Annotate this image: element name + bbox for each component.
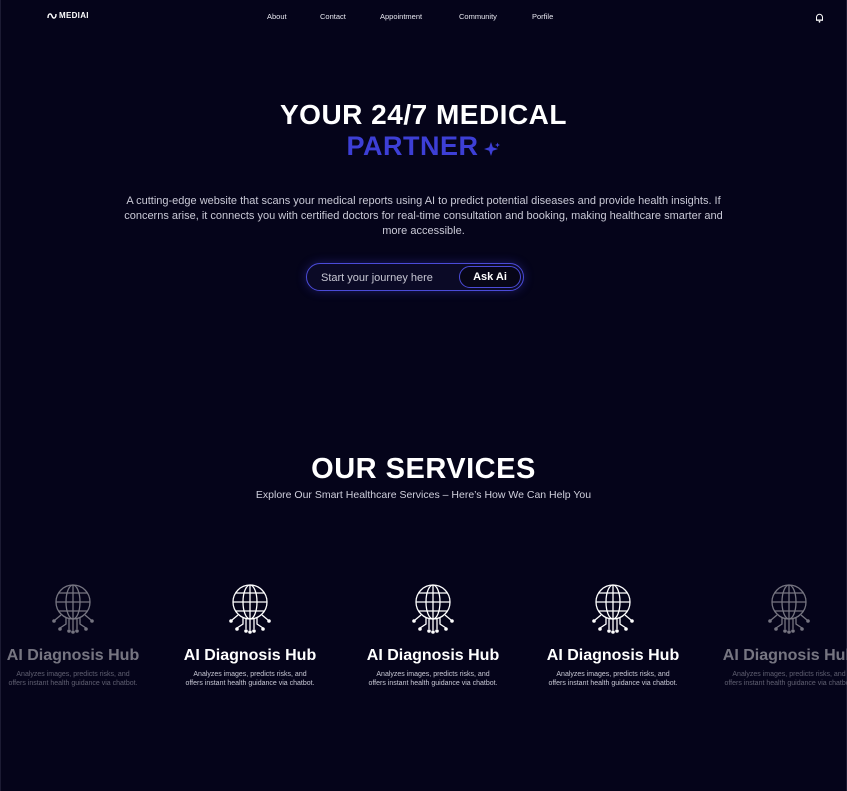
globe-network-icon — [165, 582, 335, 639]
service-card-description: Analyzes images, predicts risks, and off… — [548, 671, 678, 687]
service-card-title: AI Diagnosis Hub — [366, 647, 500, 664]
search-input[interactable] — [319, 269, 458, 287]
globe-network-icon — [528, 582, 698, 639]
service-card-description: Analyzes images, predicts risks, and off… — [185, 671, 315, 687]
service-card[interactable]: AI Diagnosis Hub Analyzes images, predic… — [348, 582, 518, 702]
globe-network-icon — [0, 582, 158, 639]
ask-ai-button[interactable]: Ask Ai — [459, 266, 521, 288]
services-title: OUR SERVICES — [311, 453, 536, 485]
notification-bell-icon[interactable] — [815, 10, 824, 28]
service-card-inner: AI Diagnosis Hub Analyzes images, predic… — [704, 582, 847, 688]
service-card-title: AI Diagnosis Hub — [722, 647, 847, 664]
hero-description: A cutting-edge website that scans your m… — [124, 195, 723, 237]
top-nav: About Contact Appointment Community Porf… — [0, 12, 847, 22]
service-card[interactable]: AI Diagnosis Hub Analyzes images, predic… — [165, 582, 335, 702]
hero-title: YOUR 24/7 MEDICAL — [280, 99, 567, 130]
nav-appointment[interactable]: Appointment — [380, 12, 422, 21]
sparkle-icon — [483, 135, 501, 165]
hero-accent-text: PARTNER — [346, 131, 479, 161]
globe-network-icon — [348, 582, 518, 639]
service-card-description: Analyzes images, predicts risks, and off… — [8, 671, 138, 687]
globe-network-icon — [704, 582, 847, 639]
nav-community[interactable]: Community — [459, 12, 497, 21]
service-card-title: AI Diagnosis Hub — [546, 647, 680, 664]
service-card[interactable]: AI Diagnosis Hub Analyzes images, predic… — [704, 582, 847, 702]
service-card-description: Analyzes images, predicts risks, and off… — [724, 671, 847, 687]
service-card-title: AI Diagnosis Hub — [183, 647, 317, 664]
nav-about[interactable]: About — [267, 12, 287, 21]
nav-contact[interactable]: Contact — [320, 12, 346, 21]
hero-accent-line: PARTNER — [0, 131, 847, 165]
service-card-title: AI Diagnosis Hub — [6, 647, 140, 664]
services-subtitle: Explore Our Smart Healthcare Services – … — [255, 489, 592, 501]
service-card[interactable]: AI Diagnosis Hub Analyzes images, predic… — [528, 582, 698, 702]
service-card[interactable]: AI Diagnosis Hub Analyzes images, predic… — [0, 582, 158, 702]
service-card-description: Analyzes images, predicts risks, and off… — [368, 671, 498, 687]
nav-profile[interactable]: Porfile — [532, 12, 553, 21]
search-bar: Ask Ai — [306, 263, 524, 291]
